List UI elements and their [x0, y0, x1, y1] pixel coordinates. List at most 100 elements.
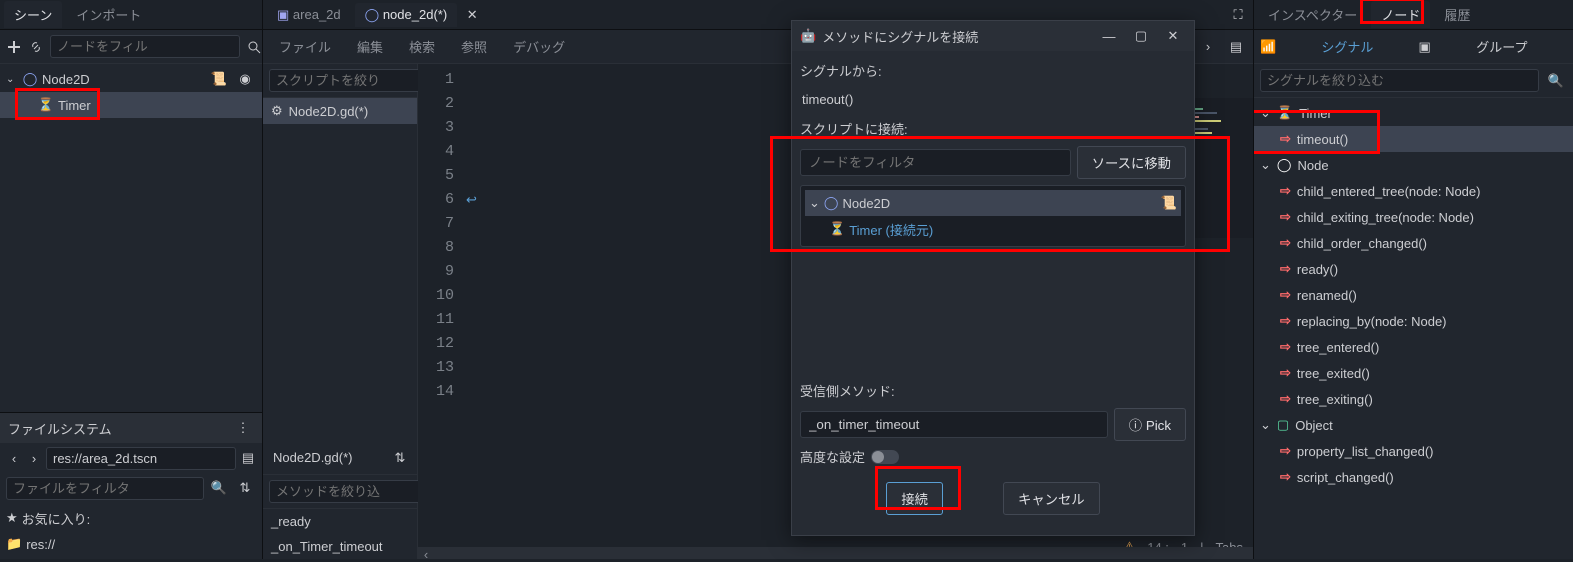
node-label: Timer	[58, 98, 91, 113]
signal-item[interactable]: ⇨tree_entered()	[1254, 334, 1573, 360]
signal-item[interactable]: ⇨tree_exited()	[1254, 360, 1573, 386]
menu-debug[interactable]: デバッグ	[503, 33, 575, 60]
signal-icon: ⇨	[1280, 469, 1291, 485]
group-icon: ▣	[1418, 39, 1430, 55]
maximize-icon[interactable]: ▢	[1128, 28, 1154, 44]
dialog-tree-timer[interactable]: ⏳ Timer (接続元)	[805, 216, 1181, 242]
signal-item[interactable]: ⇨child_order_changed()	[1254, 230, 1573, 256]
signal-item[interactable]: ⇨replacing_by(node: Node)	[1254, 308, 1573, 334]
fs-collapse-icon[interactable]: ⋮	[232, 417, 254, 439]
receiver-method-input[interactable]	[800, 411, 1108, 438]
timer-icon: ⏳	[829, 221, 845, 237]
node2d-icon: ◯	[365, 7, 380, 22]
right-tabbar: インスペクター ノード 履歴	[1254, 0, 1573, 30]
fs-filter-input[interactable]	[6, 477, 204, 500]
menu-search[interactable]: 検索	[399, 33, 445, 60]
search-icon[interactable]	[246, 36, 262, 58]
signal-item[interactable]: ⇨property_list_changed()	[1254, 438, 1573, 464]
signal-icon: ⇨	[1280, 235, 1291, 251]
signal-class-object[interactable]: ⌄ ▢ Object	[1254, 412, 1573, 438]
connect-to-label: スクリプトに接続:	[800, 117, 1186, 140]
timer-icon: ⏳	[1277, 105, 1293, 121]
signal-from-label: シグナルから:	[800, 59, 1186, 82]
scene-node-timer[interactable]: ⏳ Timer	[0, 92, 262, 118]
menu-edit[interactable]: 編集	[347, 33, 393, 60]
signal-timeout[interactable]: ⇨ timeout()	[1254, 126, 1573, 152]
advanced-toggle[interactable]	[871, 450, 899, 464]
signal-class-timer[interactable]: ⌄ ⏳ Timer	[1254, 100, 1573, 126]
fs-view-icon[interactable]: ▤	[240, 447, 256, 469]
tab-import[interactable]: インポート	[66, 1, 151, 28]
search-icon[interactable]: 🔍	[208, 477, 230, 499]
scene-toolbar: ⚙ ⋮	[0, 30, 262, 64]
signal-item[interactable]: ⇨renamed()	[1254, 282, 1573, 308]
script-indicator-icon[interactable]: 📜	[208, 68, 230, 90]
sort-icon[interactable]: ⇅	[389, 447, 411, 469]
scene-node-root[interactable]: ⌄ ◯ Node2D 📜 ◉	[0, 66, 262, 92]
h-scrollbar[interactable]: ‹	[418, 547, 1253, 559]
signal-class-node[interactable]: ⌄ ◯ Node	[1254, 152, 1573, 178]
nav-back-icon[interactable]: ‹	[6, 447, 22, 469]
dialog-title-text: メソッドにシグナルを接続	[822, 27, 978, 46]
go-to-source-button[interactable]: ソースに移動	[1077, 146, 1186, 179]
cancel-button[interactable]: キャンセル	[1003, 482, 1100, 515]
signal-item[interactable]: ⇨ready()	[1254, 256, 1573, 282]
tab-area2d[interactable]: ▣ area_2d	[267, 3, 351, 27]
script-list-item[interactable]: ⚙ Node2D.gd(*)	[263, 98, 417, 124]
signal-icon: ⇨	[1280, 365, 1291, 381]
method-item[interactable]: _ready	[263, 509, 417, 534]
scene-tabbar: シーン インポート	[0, 0, 262, 30]
fs-favorites[interactable]: ★ お気に入り:	[0, 505, 262, 531]
signal-item[interactable]: ⇨child_exiting_tree(node: Node)	[1254, 204, 1573, 230]
script-indicator-icon: 📜	[1161, 195, 1177, 211]
connect-signal-dialog: 🤖 メソッドにシグナルを接続 — ▢ ✕ シグナルから: timeout() ス…	[791, 20, 1195, 536]
timer-icon: ⏳	[38, 97, 54, 113]
signal-item[interactable]: ⇨child_entered_tree(node: Node)	[1254, 178, 1573, 204]
link-icon[interactable]	[28, 36, 44, 58]
signal-filter-input[interactable]	[1260, 69, 1539, 92]
tab-node[interactable]: ノード	[1371, 1, 1430, 28]
menu-goto[interactable]: 参照	[451, 33, 497, 60]
signal-item[interactable]: ⇨tree_exiting()	[1254, 386, 1573, 412]
subtab-signals[interactable]: シグナル	[1282, 37, 1412, 56]
fold-arrow-icon[interactable]: ↩	[466, 192, 477, 208]
search-icon[interactable]: 🔍	[1545, 70, 1567, 92]
signal-icon: ⇨	[1280, 443, 1291, 459]
signal-icon: ⇨	[1280, 339, 1291, 355]
dialog-node-tree: ⌄ ◯ Node2D 📜 ⏳ Timer (接続元)	[800, 185, 1186, 247]
fs-sort-icon[interactable]: ⇅	[234, 477, 256, 499]
visibility-icon[interactable]: ◉	[234, 68, 256, 90]
fs-path-input[interactable]	[46, 447, 236, 470]
current-script-label: Node2D.gd(*)	[269, 450, 383, 465]
tab-scene[interactable]: シーン	[4, 1, 62, 28]
node2d-icon: ◯	[22, 71, 38, 87]
gear-icon: ⚙	[271, 103, 283, 119]
tab-history[interactable]: 履歴	[1434, 1, 1480, 28]
fs-res-root[interactable]: 📁 res://	[0, 531, 262, 557]
nav-fwd-icon[interactable]: ›	[26, 447, 42, 469]
signal-item[interactable]: ⇨script_changed()	[1254, 464, 1573, 490]
add-node-icon[interactable]	[6, 36, 22, 58]
godot-icon: 🤖	[800, 28, 816, 44]
fullscreen-icon[interactable]: ⛶	[1227, 4, 1249, 26]
close-icon[interactable]: ✕	[1160, 28, 1186, 44]
tab-inspector[interactable]: インスペクター	[1258, 1, 1367, 28]
subtab-groups[interactable]: グループ	[1437, 37, 1567, 56]
nav-fwd-icon[interactable]: ›	[1197, 36, 1219, 58]
pick-button[interactable]: ⓘ Pick	[1114, 408, 1186, 441]
minimize-icon[interactable]: —	[1096, 29, 1122, 44]
connect-button[interactable]: 接続	[886, 482, 943, 515]
close-tab-icon[interactable]: ✕	[461, 4, 483, 26]
menu-file[interactable]: ファイル	[269, 33, 341, 60]
signal-icon: ⇨	[1280, 391, 1291, 407]
node2d-icon: ◯	[824, 195, 839, 211]
object-icon: ▢	[1277, 417, 1289, 433]
dialog-node-filter[interactable]	[800, 149, 1071, 176]
script-panel-icon[interactable]: ▤	[1225, 36, 1247, 58]
method-item[interactable]: _on_Timer_timeout	[263, 534, 417, 559]
star-icon: ★	[6, 510, 18, 526]
tab-node2d[interactable]: ◯ node_2d(*)	[355, 3, 458, 27]
signal-from-value: timeout()	[800, 88, 1186, 111]
dialog-tree-node2d[interactable]: ⌄ ◯ Node2D 📜	[805, 190, 1181, 216]
scene-filter-input[interactable]	[50, 35, 240, 58]
